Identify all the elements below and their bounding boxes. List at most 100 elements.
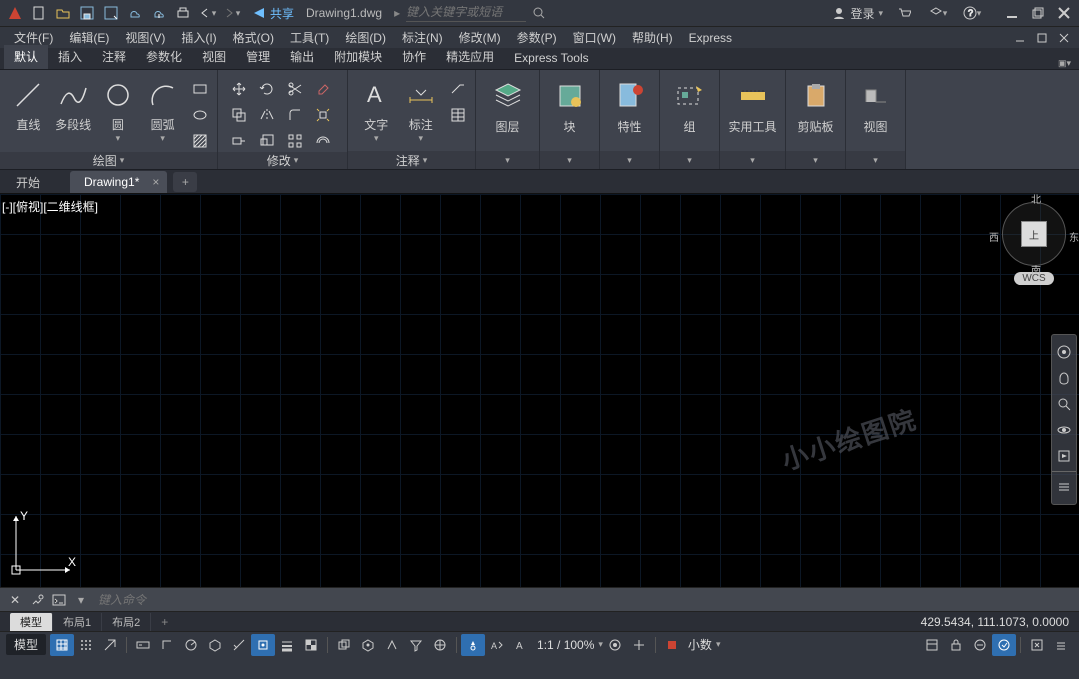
viewport-label[interactable]: [-][俯视][二维线框] [2,198,98,215]
line-button[interactable]: 直线 [6,74,51,133]
menu-express[interactable]: Express [681,29,740,47]
panel-clipboard-expand[interactable]: ▾ [786,151,845,169]
group-button[interactable]: 组 [666,74,713,135]
filetab-start[interactable]: 开始 [2,171,68,193]
login-button[interactable]: 登录 ▾ [832,5,883,22]
sb-infer-icon[interactable] [98,634,122,656]
redo-icon[interactable]: ▾ [220,2,242,24]
viewcube[interactable]: 上 北 南 东 西 WCS [999,202,1069,292]
sb-dynamic-ucs-icon[interactable] [380,634,404,656]
polyline-button[interactable]: 多段线 [51,74,96,133]
sb-customize-icon[interactable] [1049,634,1073,656]
sb-quickproperties-icon[interactable] [920,634,944,656]
cmd-dropdown-icon[interactable]: ▾ [72,591,90,609]
offset-icon[interactable] [312,130,334,152]
sb-3dosnap-icon[interactable] [356,634,380,656]
panel-group-expand[interactable]: ▾ [660,151,719,169]
dimension-button[interactable]: 标注▾ [399,74,444,144]
menu-help[interactable]: 帮助(H) [624,27,681,48]
table-icon[interactable] [447,104,469,126]
ribbon-tab-featured[interactable]: 精选应用 [436,45,504,69]
ribbon-tab-manage[interactable]: 管理 [236,45,280,69]
ribbon-tab-output[interactable]: 输出 [280,45,324,69]
sb-osnap-icon[interactable] [251,634,275,656]
sb-lock-ui-icon[interactable] [944,634,968,656]
ribbon-tab-parametric[interactable]: 参数化 [136,45,192,69]
nav-showmotion-icon[interactable] [1053,444,1075,468]
cart-icon[interactable] [893,2,915,24]
sb-isodraft-icon[interactable] [203,634,227,656]
cmd-customize-icon[interactable] [28,591,46,609]
rotate-icon[interactable] [256,78,278,100]
properties-button[interactable]: 特性 [606,74,653,135]
nav-fullnav-icon[interactable] [1053,340,1075,364]
leader-icon[interactable] [447,78,469,100]
cmd-close-icon[interactable]: ✕ [6,591,24,609]
mdi-restore-icon[interactable] [1033,29,1051,47]
ribbon-tab-addins[interactable]: 附加模块 [324,45,392,69]
layout-tab-layout1[interactable]: 布局1 [53,613,102,631]
layers-button[interactable]: 图层 [482,74,533,135]
explode-icon[interactable] [312,104,334,126]
drawing-canvas[interactable]: [-][俯视][二维线框] 小小绘图院 X Y 上 北 南 东 西 WCS [0,194,1079,587]
menu-parametric[interactable]: 参数(P) [509,27,565,48]
sb-autoscale-icon[interactable]: A [485,634,509,656]
help-icon[interactable]: ?▾ [961,2,983,24]
filetab-drawing1[interactable]: Drawing1* × [70,171,167,193]
ribbon-tab-express[interactable]: Express Tools [504,48,598,69]
layout-add-button[interactable]: + [155,615,174,629]
ribbon-tab-annotate[interactable]: 注释 [92,45,136,69]
sb-gizmo-icon[interactable] [428,634,452,656]
sb-scale-label[interactable]: 1:1 / 100% [537,638,594,652]
sb-cleanscreen-icon[interactable] [1025,634,1049,656]
sb-selection-filter-icon[interactable] [404,634,428,656]
panel-properties-expand[interactable]: ▾ [600,151,659,169]
layout-tab-layout2[interactable]: 布局2 [102,613,151,631]
plot-icon[interactable] [172,2,194,24]
search-input[interactable] [406,5,526,22]
sb-model-button[interactable]: 模型 [6,634,46,655]
sb-lineweight-icon[interactable] [275,634,299,656]
sb-annotation-scale-icon[interactable]: A [509,634,533,656]
clipboard-button[interactable]: 剪贴板 [792,74,839,135]
ellipse-icon[interactable] [189,104,211,126]
stretch-icon[interactable] [228,130,250,152]
search-box[interactable] [406,5,546,22]
sb-units-label[interactable]: 小数 [688,636,712,653]
sb-hardware-accel-icon[interactable] [992,634,1016,656]
block-button[interactable]: 块 [546,74,593,135]
panel-block-expand[interactable]: ▾ [540,151,599,169]
scale-icon[interactable] [256,130,278,152]
rectangle-icon[interactable] [189,78,211,100]
sb-snapmode-icon[interactable] [74,634,98,656]
panel-viewbase-expand[interactable]: ▾ [846,151,905,169]
layout-tab-model[interactable]: 模型 [10,613,53,631]
new-icon[interactable] [28,2,50,24]
nav-orbit-icon[interactable] [1053,418,1075,442]
copy-icon[interactable] [228,104,250,126]
circle-button[interactable]: 圆 ▾ [96,74,141,144]
ribbon-tab-insert[interactable]: 插入 [48,45,92,69]
mdi-close-icon[interactable] [1055,29,1073,47]
filetab-add-button[interactable]: + [173,172,197,192]
nav-pan-icon[interactable] [1053,366,1075,390]
fillet-icon[interactable] [284,104,306,126]
sb-transparency-icon[interactable] [299,634,323,656]
save-icon[interactable] [76,2,98,24]
viewbase-button[interactable]: 视图 [852,74,899,135]
cloud-save-icon[interactable] [148,2,170,24]
erase-icon[interactable] [312,78,334,100]
utilities-button[interactable]: 实用工具 [726,74,779,135]
nav-menu-icon[interactable] [1053,475,1075,499]
sb-annotation-monitor-icon[interactable] [627,634,651,656]
window-minimize-icon[interactable] [1003,4,1021,22]
apps-icon[interactable]: ▾ [927,2,949,24]
sb-polar-icon[interactable] [179,634,203,656]
window-restore-icon[interactable] [1029,4,1047,22]
sb-selection-cycling-icon[interactable] [332,634,356,656]
sb-units-icon[interactable] [660,634,684,656]
viewcube-top-face[interactable]: 上 [1021,221,1047,247]
ribbon-tab-default[interactable]: 默认 [4,45,48,69]
sb-otrack-icon[interactable] [227,634,251,656]
app-logo-icon[interactable] [4,2,26,24]
